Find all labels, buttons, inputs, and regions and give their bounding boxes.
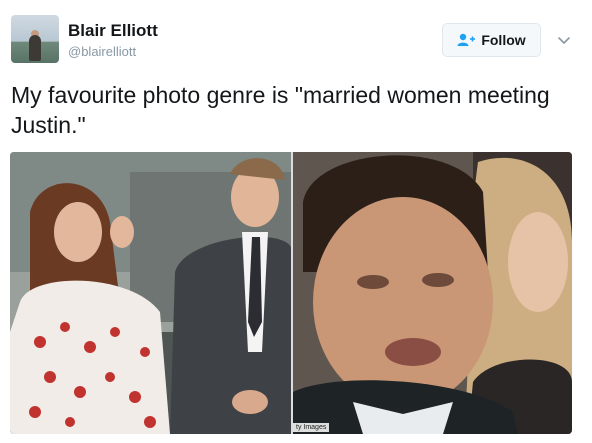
photo-left[interactable] (10, 152, 291, 434)
avatar[interactable] (11, 15, 59, 63)
follow-button-label: Follow (481, 32, 526, 48)
chevron-down-icon[interactable] (557, 34, 571, 46)
tweet-card: Blair Elliott @blairelliott Follow My fa… (0, 0, 592, 443)
user-handle[interactable]: @blairelliott (68, 44, 136, 59)
photo-credit: ty Images (293, 423, 330, 432)
avatar-figure (29, 35, 41, 61)
tweet-text: My favourite photo genre is "married wom… (11, 82, 550, 138)
media-grid: ty Images (10, 152, 572, 434)
follow-button[interactable]: Follow (442, 23, 541, 57)
add-user-icon (457, 33, 476, 47)
user-name[interactable]: Blair Elliott (68, 21, 158, 41)
photo-right[interactable]: ty Images (293, 152, 572, 434)
